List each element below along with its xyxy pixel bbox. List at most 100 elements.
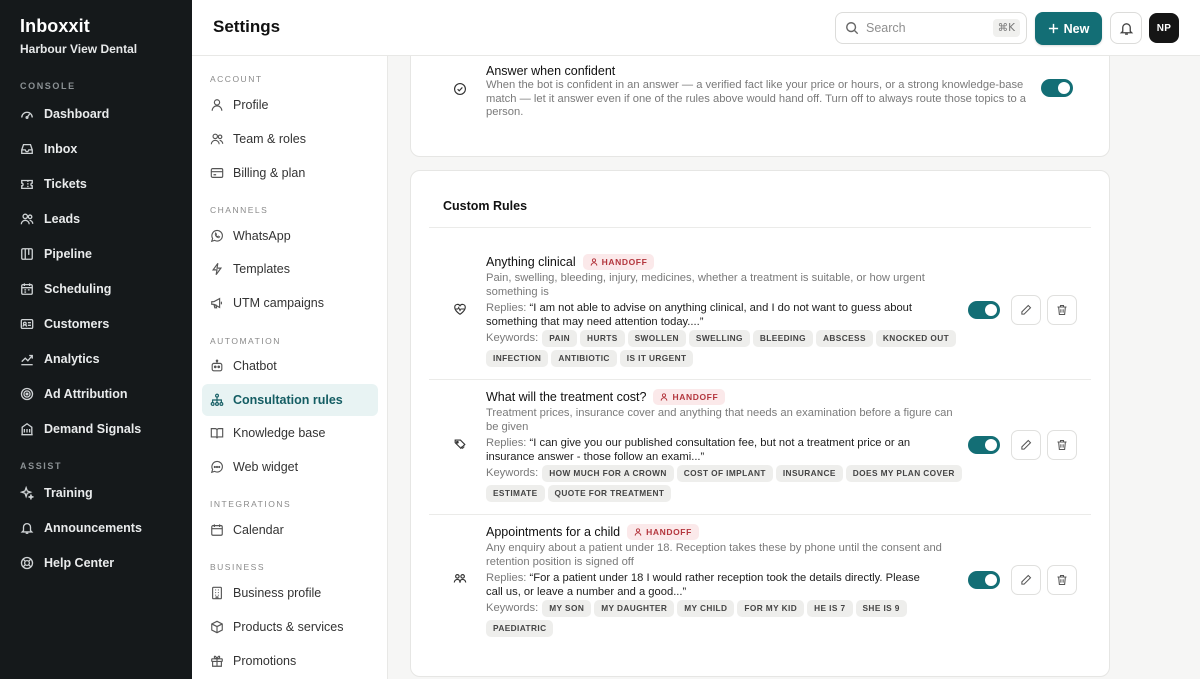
lifebuoy-icon [20,556,34,570]
edit-rule-button[interactable] [1011,295,1041,325]
nav-item-products-services[interactable]: Products & services [202,611,378,643]
sidebar-item-label: Announcements [44,521,142,535]
keyword-chip: ABSCESS [815,329,873,347]
sidebar-item-analytics[interactable]: Analytics [20,348,100,370]
nav-item-profile[interactable]: Profile [202,89,378,121]
keyword-chip: INSURANCE [775,464,843,482]
calendar-icon [211,524,223,536]
nav-item-knowledge-base[interactable]: Knowledge base [202,417,378,449]
avatar[interactable]: NP [1149,13,1179,43]
hierarchy-icon [210,393,224,406]
sidebar-item-scheduling[interactable]: Scheduling [20,278,111,300]
sidebar-item-pipeline[interactable]: Pipeline [20,243,92,265]
target-icon [20,387,34,401]
nav-item-consultation-rules[interactable]: Consultation rules [202,384,378,416]
sidebar-item-demand-signals[interactable]: Demand Signals [20,418,141,440]
nav-item-team-roles[interactable]: Team & roles [202,123,378,155]
keyword-chip: ANTIBIOTIC [551,349,617,367]
sidebar-item-label: Dashboard [44,107,110,121]
trash-icon [1057,439,1067,451]
keyword-chip: HURTS [580,329,625,347]
heart-pulse-icon [454,303,466,315]
top-header: Settings ⌘K New NP [192,0,1200,56]
answer-confident-card: Answer when confident When the bot is co… [410,56,1110,157]
nav-item-chatbot[interactable]: Chatbot [202,350,378,382]
nav-item-utm-campaigns[interactable]: UTM campaigns [202,287,378,319]
keyword-chip: MY DAUGHTER [594,599,675,617]
settings-nav: ACCOUNT Profile Team & roles Billing & p… [192,56,388,679]
rule-title-text: What will the treatment cost? [486,390,647,404]
nav-section-channels: CHANNELS [210,205,269,215]
answer-confident-toggle[interactable] [1041,79,1073,97]
sidebar-item-label: Demand Signals [44,422,142,436]
family-icon [453,574,467,583]
delete-rule-button[interactable] [1047,430,1077,460]
rule-toggle[interactable] [968,571,1000,589]
page-title: Settings [213,17,281,36]
rule-treatment-cost: What will the treatment cost? HANDOFF Tr… [411,379,1111,514]
rule-reply-text: “I can give you our published consultati… [486,437,911,463]
nav-item-label: Templates [233,262,290,276]
users-icon [210,133,224,145]
sidebar-item-dashboard[interactable]: Dashboard [20,103,109,125]
calendar-icon [21,283,33,295]
rule-toggle[interactable] [968,436,1000,454]
delete-rule-button[interactable] [1047,565,1077,595]
sidebar-item-tickets[interactable]: Tickets [20,173,87,195]
new-button[interactable]: New [1035,12,1102,45]
sidebar-item-training[interactable]: Training [20,482,93,504]
rule-title: Anything clinical HANDOFF [486,254,655,270]
nav-item-business-profile[interactable]: Business profile [202,577,378,609]
sidebar-item-customers[interactable]: Customers [20,313,109,335]
chat-bubble-icon [210,460,223,474]
nav-item-calendar[interactable]: Calendar [202,514,378,546]
search-input[interactable] [866,21,986,35]
sidebar-section-console: CONSOLE [20,81,76,91]
sidebar-item-label: Pipeline [44,247,92,261]
keyword-chip: DOES MY PLAN COVER [845,464,962,482]
handoff-badge: HANDOFF [582,254,655,270]
sidebar-item-announcements[interactable]: Announcements [20,517,142,539]
nav-item-label: Billing & plan [233,166,306,180]
nav-item-label: Consultation rules [233,393,343,407]
rule-description: Pain, swelling, bleeding, injury, medici… [486,272,925,298]
rule-keywords: Keywords: PAIN HURTS SWOLLEN SWELLING BLEEDIN… [486,328,976,368]
nav-item-whatsapp[interactable]: WhatsApp [202,220,378,252]
nav-item-billing-plan[interactable]: Billing & plan [202,157,378,189]
sidebar-item-label: Scheduling [44,282,112,296]
tooth-price-icon [454,439,466,450]
keywords-label: Keywords: [486,602,539,614]
delete-rule-button[interactable] [1047,295,1077,325]
workspace-name[interactable]: Harbour View Dental [20,42,137,56]
nav-item-web-widget[interactable]: Web widget [202,451,378,483]
user-icon [211,99,223,111]
edit-rule-button[interactable] [1011,430,1041,460]
notifications-button[interactable] [1110,12,1142,44]
plus-icon [1048,23,1058,34]
megaphone-icon [211,297,222,309]
edit-rule-button[interactable] [1011,565,1041,595]
keyword-chip: QUOTE FOR TREATMENT [547,484,672,502]
nav-item-promotions[interactable]: Promotions [202,645,378,677]
sidebar-item-ad-attribution[interactable]: Ad Attribution [20,383,128,405]
nav-item-templates[interactable]: Templates [202,253,378,285]
keyword-chip: SWOLLEN [627,329,686,347]
rule-reply-text: “I am not able to advise on anything cli… [486,302,913,328]
nav-item-label: Promotions [233,654,297,668]
sidebar-item-inbox[interactable]: Inbox [20,138,77,160]
sidebar-item-help-center[interactable]: Help Center [20,552,114,574]
keyword-chip: MY CHILD [677,599,735,617]
rule-anything-clinical: Anything clinical HANDOFF Pain, swelling… [411,244,1111,379]
keyword-chip: PAIN [542,329,578,347]
keyword-chip: HE IS 7 [807,599,853,617]
bell-icon [20,522,34,534]
rule-title-text: Anything clinical [486,255,576,269]
rule-keywords: Keywords: HOW MUCH FOR A CROWN COST OF IMP… [486,463,976,503]
replies-label: Replies: [486,437,527,449]
sidebar-item-leads[interactable]: Leads [20,208,80,230]
handoff-badge: HANDOFF [653,389,726,405]
ticket-icon [21,179,33,190]
rule-toggle[interactable] [968,301,1000,319]
nav-item-label: WhatsApp [233,229,291,243]
search-box[interactable]: ⌘K [835,12,1027,44]
